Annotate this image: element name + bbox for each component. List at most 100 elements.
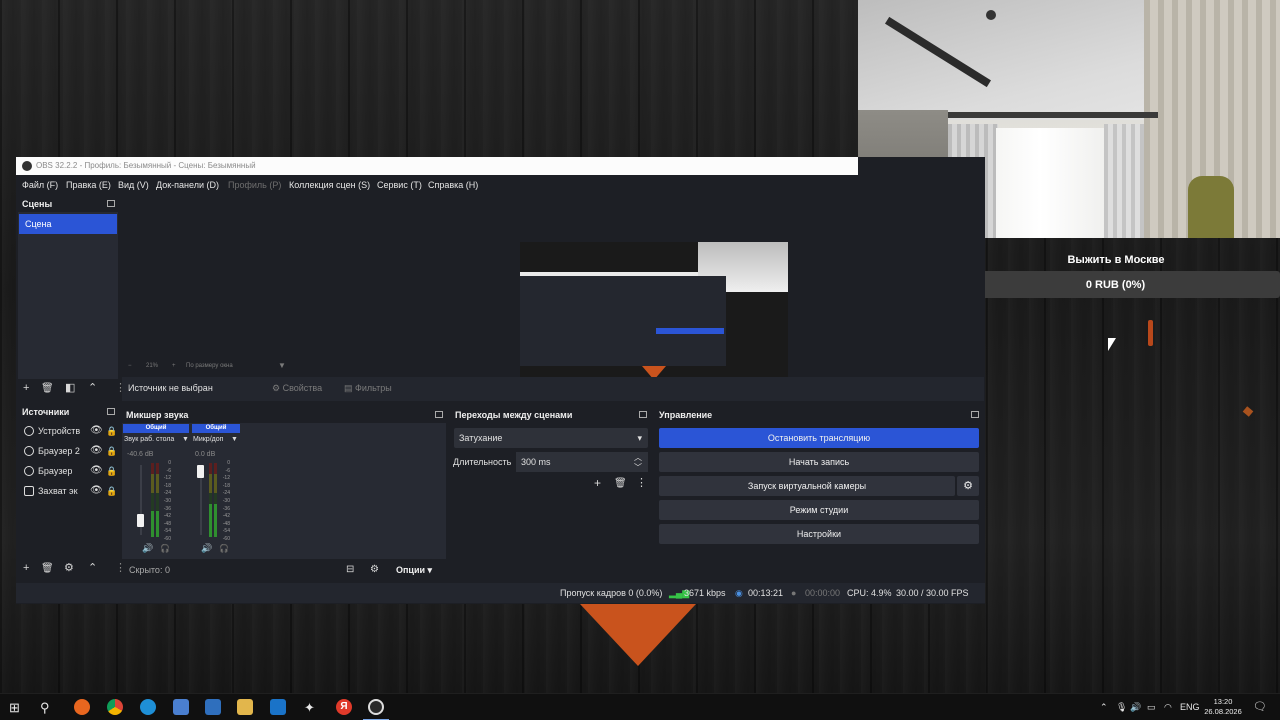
sources-dock-title: Источники (22, 407, 70, 417)
studio-mode-button[interactable]: Режим студии (659, 500, 979, 520)
save-app-icon[interactable] (173, 699, 189, 715)
battery-icon[interactable]: ▭ (1147, 694, 1156, 720)
bitrate: 3671 kbps (684, 588, 726, 598)
edge-icon[interactable] (140, 699, 156, 715)
sources-float-icon[interactable] (107, 408, 115, 415)
add-scene-icon[interactable]: + (23, 383, 29, 394)
lock-icon[interactable]: 🔒 (106, 424, 117, 438)
scene-item[interactable]: Сцена (19, 214, 117, 234)
preview-area[interactable] (122, 197, 970, 392)
wifi-icon[interactable]: ◠ (1164, 694, 1172, 720)
source-properties-icon[interactable]: ⚙ (64, 563, 74, 574)
microphone-icon[interactable]: 🎙 (1116, 694, 1127, 720)
speaker-icon[interactable]: 🔊 (201, 543, 212, 554)
virtual-camera-button[interactable]: Запуск виртуальной камеры (659, 476, 955, 496)
channel-dropdown-icon[interactable]: ▼ (182, 436, 189, 443)
language-indicator[interactable]: ENG (1180, 694, 1200, 720)
zoom-dropdown-icon[interactable]: ▼ (278, 361, 286, 371)
menu-scene-collection[interactable]: Коллекция сцен (S) (289, 177, 370, 194)
menu-docks[interactable]: Док-панели (D) (156, 177, 219, 194)
store-icon[interactable] (205, 699, 221, 715)
meter-scale-tick: 0 (168, 460, 171, 466)
add-transition-icon[interactable]: + (594, 477, 601, 489)
meter-scale-tick: -42 (163, 513, 171, 520)
mixer-options-button[interactable]: Опции ▾ (396, 565, 432, 576)
speaker-icon[interactable]: 🔊 (142, 543, 153, 554)
zoom-mode[interactable]: По размеру окна (186, 361, 233, 371)
tray-chevron-up-icon[interactable]: ⌃ (1100, 694, 1108, 720)
folder-icon[interactable] (237, 699, 253, 715)
lock-icon[interactable]: 🔒 (106, 444, 117, 458)
meter-scale-tick: -12 (222, 475, 230, 482)
duration-input[interactable]: 300 ms ︿ ﹀ (516, 452, 648, 472)
transitions-dock-title: Переходы между сценами (455, 410, 573, 420)
menu-help[interactable]: Справка (H) (428, 177, 478, 194)
remove-source-icon[interactable]: 🗑 (41, 563, 54, 574)
remove-scene-icon[interactable]: 🗑 (41, 383, 54, 394)
zoom-in-icon[interactable]: + (172, 361, 176, 371)
sparkle-app-icon[interactable]: ✦ (304, 694, 315, 720)
menu-file[interactable]: Файл (F) (22, 177, 58, 194)
scenes-float-icon[interactable] (107, 200, 115, 207)
virtual-camera-settings-icon[interactable]: ⚙ (957, 476, 979, 496)
lock-icon[interactable]: 🔒 (106, 484, 117, 498)
background-orange-leaf (1242, 406, 1254, 417)
settings-button[interactable]: Настройки (659, 524, 979, 544)
context-bar: Источник не выбран ⚙ Свойства ▤ Фильтры (122, 377, 984, 401)
obs-titlebar[interactable]: OBS 32.2.2 - Профиль: Безымянный - Сцены… (16, 157, 858, 175)
notifications-icon[interactable]: 🗨 (1253, 694, 1267, 720)
visibility-eye-icon[interactable]: 👁 (90, 484, 103, 498)
obs-taskbar-icon[interactable] (368, 699, 384, 715)
scene-filters-icon[interactable]: ◧ (65, 383, 75, 394)
stepper-down-icon[interactable]: ﹀ (634, 458, 642, 478)
zoom-out-icon[interactable]: − (128, 361, 132, 371)
preview-zoom-bar: − 21% + По размеру окна ▼ (126, 361, 986, 371)
more-icon[interactable]: ⋮ (115, 563, 126, 574)
clock[interactable]: 13:20 26.08.2026 (1203, 697, 1243, 717)
taskbar: ⊞ ⚲ ✦ Я ⌃ 🎙 🔊 ▭ ◠ ENG 13:20 26.08.2026 🗨 (0, 693, 1280, 720)
mail-icon[interactable] (270, 699, 286, 715)
yandex-icon[interactable]: Я (336, 699, 352, 715)
move-scene-up-icon[interactable]: ⌃ (88, 383, 97, 394)
transition-select[interactable]: Затухание ▾ (454, 428, 648, 448)
chrome-icon[interactable] (107, 699, 123, 715)
volume-icon[interactable]: 🔊 (1130, 694, 1141, 720)
mouse-cursor-icon (1108, 338, 1116, 351)
transitions-float-icon[interactable] (639, 411, 647, 418)
firefox-icon[interactable] (74, 699, 90, 715)
headphones-icon[interactable]: 🎧 (219, 543, 229, 554)
move-source-up-icon[interactable]: ⌃ (88, 563, 97, 574)
lock-icon[interactable]: 🔒 (106, 464, 117, 478)
visibility-eye-icon[interactable]: 👁 (90, 444, 103, 458)
channel-dropdown-icon[interactable]: ▼ (231, 436, 238, 443)
mixer-float-icon[interactable] (435, 411, 443, 418)
windows-start-icon[interactable]: ⊞ (9, 694, 20, 720)
menu-view[interactable]: Вид (V) (118, 177, 149, 194)
add-source-icon[interactable]: + (23, 563, 29, 574)
mixer-layout-icon[interactable]: ⊟ (346, 564, 354, 575)
start-record-button[interactable]: Начать запись (659, 452, 979, 472)
filters-button[interactable]: ▤ Фильтры (344, 383, 392, 394)
remove-transition-icon[interactable]: 🗑 (614, 478, 627, 489)
search-icon[interactable]: ⚲ (40, 694, 50, 720)
clock-date: 26.08.2026 (1204, 707, 1242, 716)
headphones-icon[interactable]: 🎧 (160, 543, 170, 554)
mixer-channel-tab[interactable]: Общий (192, 424, 240, 433)
meter-scale-tick: -48 (222, 520, 230, 527)
mixer-channel-tab[interactable]: Общий (123, 424, 189, 433)
chevron-down-icon: ▾ (637, 433, 642, 443)
menu-edit[interactable]: Правка (E) (66, 177, 111, 194)
stop-stream-button[interactable]: Остановить трансляцию (659, 428, 979, 448)
volume-fader-knob[interactable] (137, 514, 144, 527)
menu-profile[interactable]: Профиль (P) (228, 177, 281, 194)
visibility-eye-icon[interactable]: 👁 (90, 464, 103, 478)
volume-fader-knob[interactable] (197, 465, 204, 478)
properties-button[interactable]: ⚙ Свойства (272, 383, 322, 394)
menu-tools[interactable]: Сервис (T) (377, 177, 422, 194)
visibility-eye-icon[interactable]: 👁 (90, 424, 103, 438)
scenes-list (18, 212, 118, 379)
meter-scale-tick: -36 (222, 505, 230, 512)
mixer-settings-icon[interactable]: ⚙ (370, 564, 379, 575)
controls-float-icon[interactable] (971, 411, 979, 418)
transition-more-icon[interactable]: ⋮ (636, 478, 647, 489)
